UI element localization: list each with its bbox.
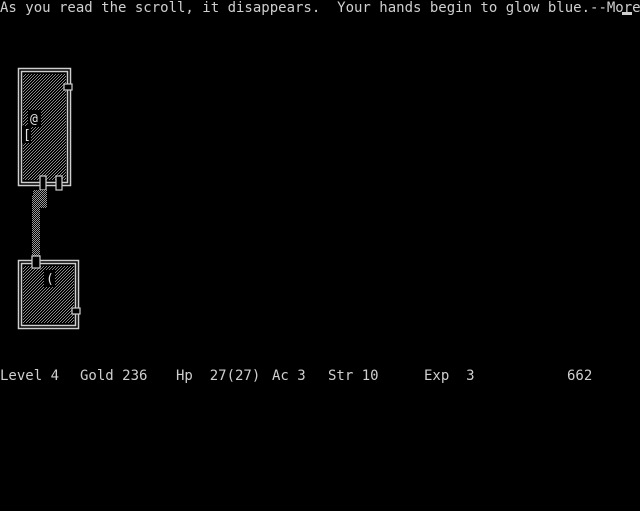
upper-room-bottom-door-right — [55, 175, 63, 191]
item-bracket-glyph: [ — [23, 128, 31, 143]
lower-room — [17, 255, 81, 330]
status-ac: Ac 3 — [272, 368, 306, 384]
status-level: Level 4 — [0, 368, 60, 384]
corridor — [32, 190, 47, 258]
upper-room-right-door — [63, 83, 73, 91]
status-str: Str 10 — [328, 368, 379, 384]
lower-room-top-door — [31, 255, 41, 269]
lower-room-right-door — [71, 307, 81, 315]
status-hp: Hp 27(27) — [176, 368, 261, 384]
upper-room-bottom-door-left — [39, 175, 47, 191]
player-glyph: @ — [30, 112, 38, 127]
status-turns: 662 — [567, 368, 593, 384]
status-exp: Exp 3 — [424, 368, 475, 384]
status-gold: Gold 236 — [80, 368, 148, 384]
corridor-vertical-segment — [32, 196, 40, 258]
dungeon-map: @ [ ( — [17, 67, 81, 330]
status-line: Level 4 Gold 236 Hp 27(27) Ac 3 Str 10 E… — [0, 367, 592, 385]
item-paren-glyph: ( — [46, 272, 54, 287]
